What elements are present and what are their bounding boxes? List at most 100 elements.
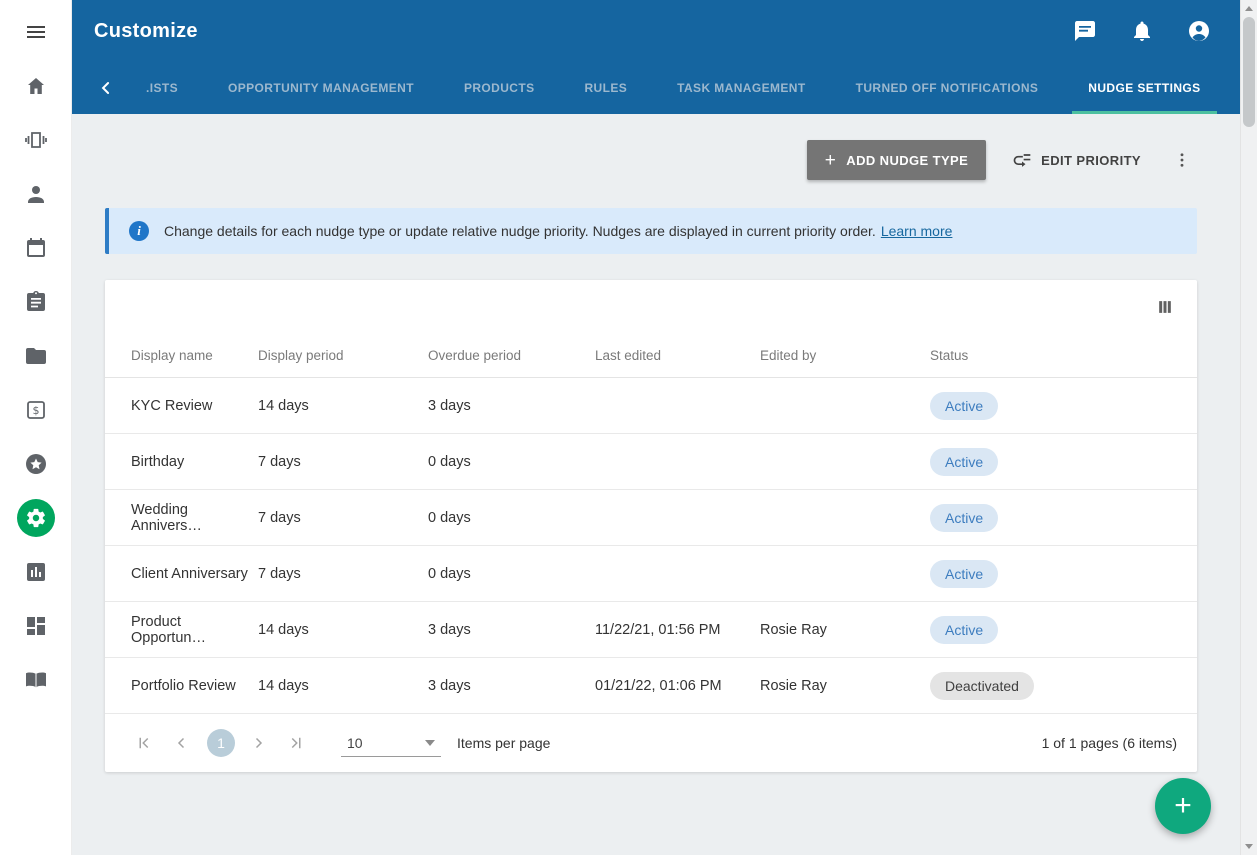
column-header-display-period[interactable]: Display period — [258, 334, 428, 378]
tab-lists[interactable]: .ISTS — [130, 62, 194, 114]
book-icon — [24, 668, 48, 692]
cell-display-period: 7 days — [258, 434, 428, 490]
column-header-status[interactable]: Status — [930, 334, 1197, 378]
vibration-icon — [24, 128, 48, 152]
items-per-page-select[interactable]: 10 — [341, 730, 441, 757]
tab-products[interactable]: PRODUCTS — [448, 62, 551, 114]
column-chooser-button[interactable] — [1155, 297, 1175, 317]
sidebar-item-billing[interactable]: $ — [14, 388, 58, 432]
cell-last-edited — [595, 434, 760, 490]
notifications-bell-icon[interactable] — [1130, 19, 1154, 43]
cell-edited-by — [760, 546, 930, 602]
sidebar-item-resources[interactable] — [14, 658, 58, 702]
info-banner: i Change details for each nudge type or … — [105, 208, 1197, 254]
edit-priority-button[interactable]: EDIT PRIORITY — [1012, 150, 1141, 170]
cell-edited-by — [760, 490, 930, 546]
add-nudge-type-button[interactable]: + ADD NUDGE TYPE — [807, 140, 986, 180]
cell-edited-by — [760, 378, 930, 434]
table-row[interactable]: Wedding Annivers… 7 days 0 days Active — [105, 490, 1197, 546]
sidebar-item-settings[interactable] — [14, 496, 58, 540]
dollar-document-icon: $ — [24, 398, 48, 422]
cell-display-name: Product Opportun… — [105, 602, 258, 658]
sidebar-item-reports[interactable] — [14, 550, 58, 594]
first-page-button[interactable] — [129, 728, 159, 758]
status-badge: Deactivated — [930, 672, 1034, 700]
settings-active-indicator — [17, 499, 55, 537]
sidebar-item-profile[interactable] — [14, 172, 58, 216]
cell-overdue-period: 0 days — [428, 546, 595, 602]
table-row[interactable]: Client Anniversary 7 days 0 days Active — [105, 546, 1197, 602]
tab-task-management[interactable]: TASK MANAGEMENT — [661, 62, 821, 114]
tab-turned-off-notifications[interactable]: TURNED OFF NOTIFICATIONS — [840, 62, 1055, 114]
column-header-last-edited[interactable]: Last edited — [595, 334, 760, 378]
cell-display-name: Birthday — [105, 434, 258, 490]
next-page-button[interactable] — [243, 728, 273, 758]
folder-icon — [24, 344, 48, 368]
column-header-display-name[interactable]: Display name — [105, 334, 258, 378]
chat-icon[interactable] — [1073, 19, 1097, 43]
banner-text: Change details for each nudge type or up… — [164, 223, 952, 239]
tab-opportunity-management[interactable]: OPPORTUNITY MANAGEMENT — [212, 62, 430, 114]
sidebar-item-home[interactable] — [14, 64, 58, 108]
calendar-icon — [24, 236, 48, 260]
previous-page-button[interactable] — [167, 728, 197, 758]
add-nudge-type-label: ADD NUDGE TYPE — [846, 153, 968, 168]
fab-add-button[interactable]: + — [1155, 778, 1211, 834]
sidebar-item-documents[interactable] — [14, 334, 58, 378]
scroll-down-arrow[interactable] — [1241, 838, 1257, 855]
table-toolbar — [105, 280, 1197, 334]
table-row[interactable]: Portfolio Review 14 days 3 days 01/21/22… — [105, 658, 1197, 714]
tab-nudge-settings[interactable]: NUDGE SETTINGS — [1072, 62, 1216, 114]
sidebar-item-tasks[interactable] — [14, 280, 58, 324]
pagination-bar: 1 10 Items per page 1 of 1 pages (6 item… — [105, 714, 1197, 772]
menu-button[interactable] — [14, 10, 58, 54]
table-header-row: Display name Display period Overdue peri… — [105, 334, 1197, 378]
table-row[interactable]: KYC Review 14 days 3 days Active — [105, 378, 1197, 434]
column-header-edited-by[interactable]: Edited by — [760, 334, 930, 378]
sidebar-item-featured[interactable] — [14, 442, 58, 486]
cell-overdue-period: 3 days — [428, 378, 595, 434]
current-page-indicator[interactable]: 1 — [207, 729, 235, 757]
kebab-menu-icon — [1173, 151, 1191, 169]
status-badge: Active — [930, 392, 998, 420]
scrollbar-thumb[interactable] — [1243, 17, 1255, 127]
page-title: Customize — [94, 20, 198, 43]
sidebar-item-dashboard[interactable] — [14, 604, 58, 648]
table-row[interactable]: Product Opportun… 14 days 3 days 11/22/2… — [105, 602, 1197, 658]
status-badge: Active — [930, 616, 998, 644]
star-circle-icon — [24, 452, 48, 476]
chevron-left-icon — [173, 734, 191, 752]
content-area: + ADD NUDGE TYPE EDIT PRIORITY i Change … — [72, 114, 1257, 855]
cell-last-edited — [595, 378, 760, 434]
table-row[interactable]: Birthday 7 days 0 days Active — [105, 434, 1197, 490]
cell-last-edited: 01/21/22, 01:06 PM — [595, 658, 760, 714]
cell-last-edited — [595, 490, 760, 546]
triangle-down-icon — [1245, 844, 1253, 849]
sidebar-item-vibration[interactable] — [14, 118, 58, 162]
chevron-left-icon — [96, 78, 116, 98]
cell-display-name: Wedding Annivers… — [105, 490, 258, 546]
app-header: Customize — [72, 0, 1257, 62]
cell-edited-by: Rosie Ray — [760, 658, 930, 714]
dashboard-icon — [24, 614, 48, 638]
scroll-up-arrow[interactable] — [1241, 0, 1257, 17]
column-header-overdue-period[interactable]: Overdue period — [428, 334, 595, 378]
tab-rules[interactable]: RULES — [568, 62, 643, 114]
learn-more-link[interactable]: Learn more — [881, 223, 953, 239]
cell-last-edited: 11/22/21, 01:56 PM — [595, 602, 760, 658]
home-icon — [24, 74, 48, 98]
person-icon — [24, 182, 48, 206]
cell-overdue-period: 3 days — [428, 602, 595, 658]
sidebar-item-calendar[interactable] — [14, 226, 58, 270]
vertical-scrollbar[interactable] — [1240, 0, 1257, 855]
clipboard-icon — [24, 290, 48, 314]
tabs-scroll-left[interactable] — [92, 62, 120, 114]
last-page-button[interactable] — [281, 728, 311, 758]
account-avatar-icon[interactable] — [1187, 19, 1211, 43]
edit-priority-icon — [1012, 150, 1032, 170]
pagination-summary: 1 of 1 pages (6 items) — [1042, 735, 1177, 751]
status-badge: Active — [930, 504, 998, 532]
bar-chart-icon — [24, 560, 48, 584]
cell-display-name: Portfolio Review — [105, 658, 258, 714]
more-options-button[interactable] — [1167, 149, 1197, 171]
